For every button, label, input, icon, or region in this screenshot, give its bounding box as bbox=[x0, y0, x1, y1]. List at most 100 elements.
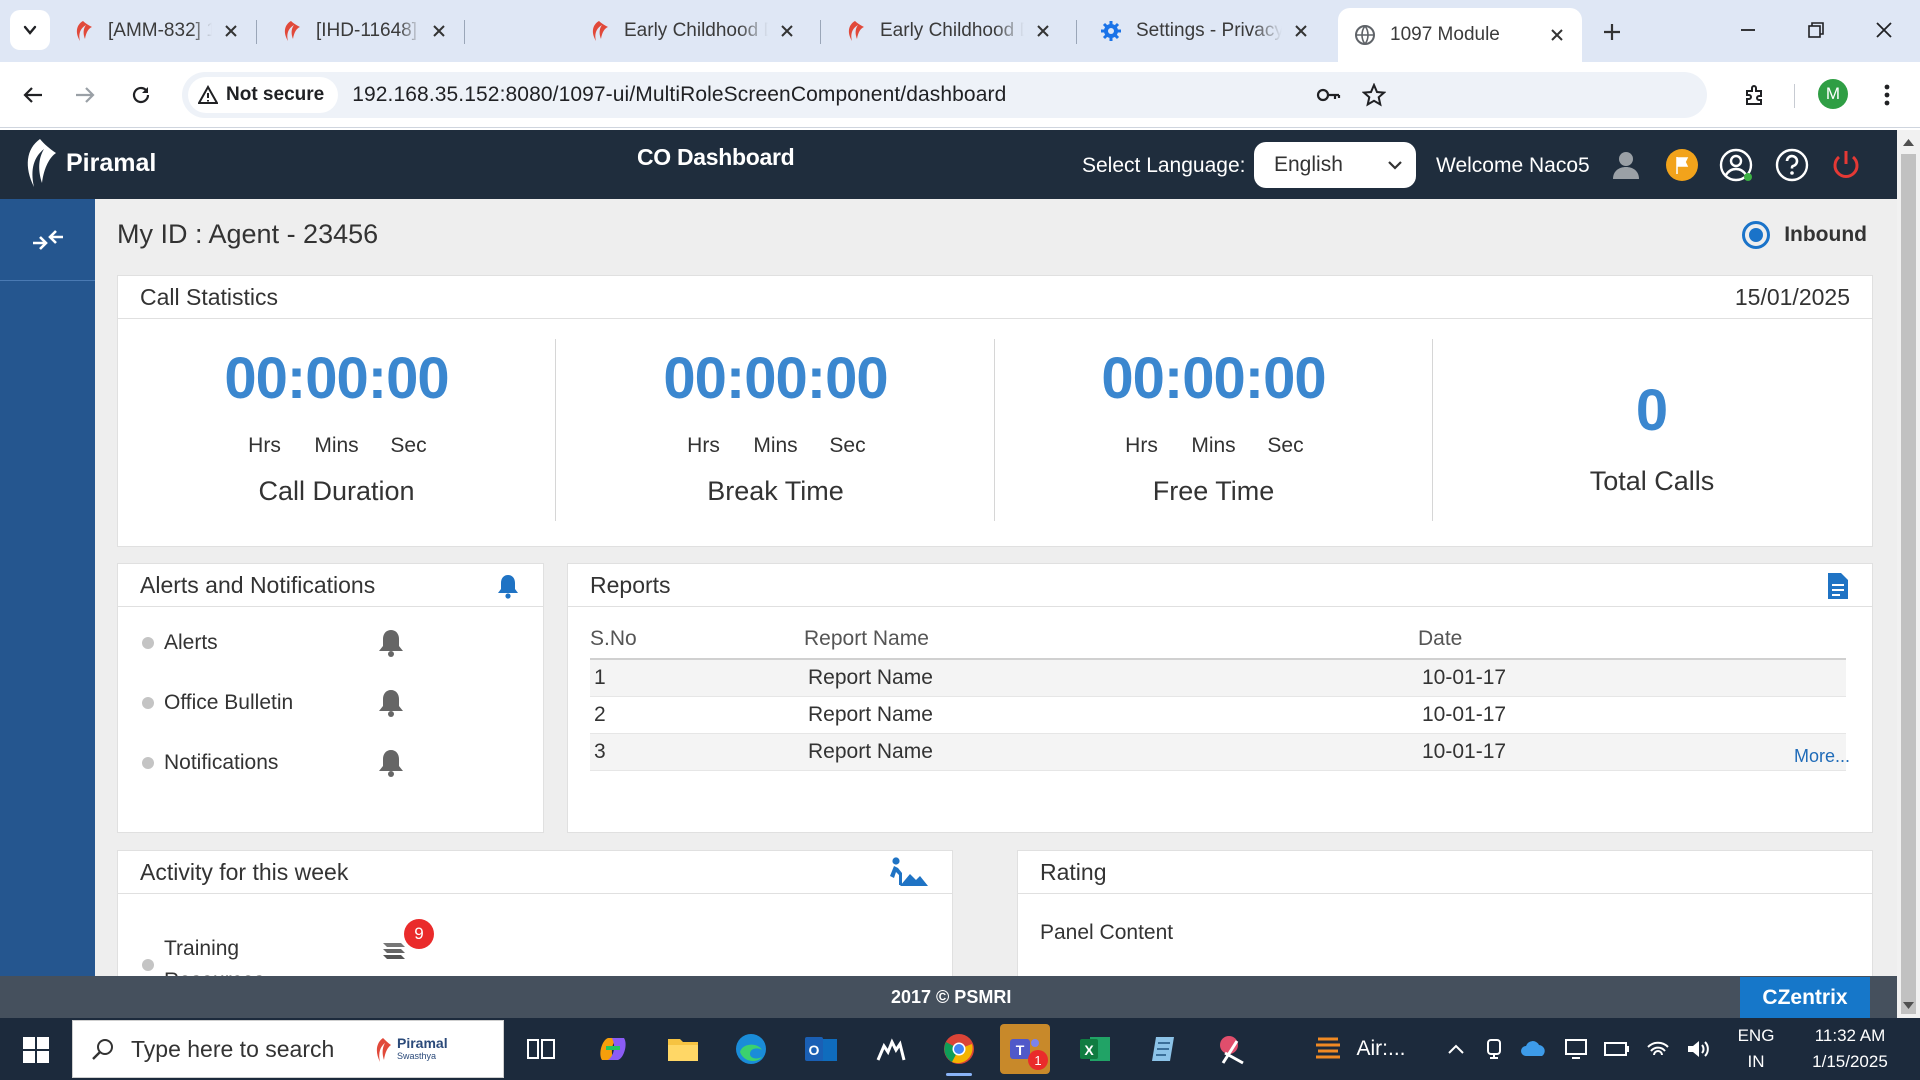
close-window-button[interactable] bbox=[1862, 10, 1906, 50]
clock[interactable]: 11:32 AM 1/15/2025 bbox=[1800, 1023, 1900, 1075]
bell-icon[interactable] bbox=[376, 687, 406, 724]
panel-title: Alerts and Notifications bbox=[140, 571, 376, 598]
logout-power-icon[interactable] bbox=[1828, 147, 1864, 183]
stat-units: Hrs Mins Sec bbox=[118, 434, 555, 458]
piramal-icon bbox=[842, 18, 868, 44]
air-quality-label: Air:... bbox=[1356, 1037, 1406, 1060]
flag-icon[interactable] bbox=[1664, 147, 1700, 183]
panel-header: Activity for this week bbox=[118, 851, 952, 894]
battery-icon bbox=[1604, 1042, 1629, 1056]
table-cell: 10-01-17 bbox=[1418, 659, 1846, 697]
stat-label: Break Time bbox=[707, 476, 844, 506]
table-row[interactable]: 2 Report Name 10-01-17 bbox=[590, 696, 1846, 734]
table-row[interactable]: 1 Report Name 10-01-17 bbox=[590, 659, 1846, 697]
more-reports-link[interactable]: More... bbox=[1794, 746, 1850, 767]
piramal-icon bbox=[278, 18, 304, 44]
app-header: Piramal CO Dashboard Select Language: En… bbox=[0, 130, 1897, 199]
stat-free-time: 00:00:00 Hrs Mins Sec Free Time bbox=[995, 339, 1433, 521]
logo-text: Piramal bbox=[66, 148, 157, 177]
windows-logo-icon bbox=[23, 1037, 49, 1063]
tab-separator bbox=[256, 20, 257, 44]
security-label: Not secure bbox=[226, 84, 325, 105]
security-indicator[interactable]: Not secure bbox=[188, 77, 339, 113]
edge-browser-icon[interactable] bbox=[726, 1024, 776, 1074]
browser-tab-active[interactable]: 1097 Module bbox=[1338, 8, 1582, 62]
bell-icon[interactable] bbox=[495, 573, 521, 605]
browser-tab[interactable]: Early Childhood De bbox=[828, 8, 1068, 54]
notepad-icon[interactable] bbox=[1140, 1024, 1190, 1074]
browser-tab[interactable]: Early Childhood De bbox=[572, 8, 812, 54]
people-dance-icon[interactable] bbox=[866, 1024, 916, 1074]
browser-tab[interactable]: Settings - Privacy a bbox=[1084, 8, 1326, 54]
panel-title: Reports bbox=[590, 571, 671, 598]
close-tab-icon[interactable] bbox=[1290, 20, 1312, 42]
browser-tab[interactable]: [IHD-11648] 104 B bbox=[264, 8, 464, 54]
agent-id: My ID : Agent - 23456 bbox=[117, 219, 379, 249]
alert-item[interactable]: Alerts bbox=[142, 627, 218, 659]
sidebar-toggle-button[interactable] bbox=[0, 199, 95, 281]
close-tab-icon[interactable] bbox=[428, 20, 450, 42]
radio-selected-icon[interactable] bbox=[1742, 221, 1771, 249]
task-view-icon[interactable] bbox=[516, 1024, 566, 1074]
minimize-button[interactable] bbox=[1726, 10, 1770, 50]
stat-value: 0 bbox=[1635, 378, 1669, 443]
clock-time: 11:32 AM bbox=[1814, 1026, 1886, 1045]
page-scrollbar[interactable] bbox=[1897, 130, 1920, 1018]
bullet bbox=[142, 637, 154, 649]
scrollbar-thumb[interactable] bbox=[1901, 154, 1916, 1014]
bookmark-star-icon[interactable] bbox=[1357, 78, 1391, 112]
address-bar[interactable]: Not secure 192.168.35.152:8080/1097-ui/M… bbox=[182, 72, 1707, 118]
bell-icon[interactable] bbox=[376, 747, 406, 784]
snipping-tool-icon[interactable] bbox=[1210, 1024, 1260, 1074]
alert-item[interactable]: Office Bulletin bbox=[142, 687, 293, 719]
czentrix-button[interactable]: CZentrix bbox=[1740, 977, 1870, 1018]
activity-item[interactable]: Training Resources bbox=[142, 933, 284, 976]
help-icon[interactable] bbox=[1774, 147, 1810, 183]
inbound-radio[interactable]: Inbound bbox=[1742, 221, 1867, 249]
browser-tab[interactable]: [AMM-832] 104 Bi bbox=[56, 8, 256, 54]
password-key-icon[interactable] bbox=[1311, 78, 1345, 112]
table-row[interactable]: 3 Report Name 10-01-17 bbox=[590, 733, 1846, 771]
plus-icon bbox=[1604, 24, 1620, 40]
close-tab-icon[interactable] bbox=[1032, 20, 1054, 42]
close-tab-icon[interactable] bbox=[1546, 24, 1568, 46]
close-icon bbox=[1876, 22, 1892, 38]
browser-menu-button[interactable] bbox=[1868, 76, 1906, 114]
excel-icon[interactable]: X bbox=[1070, 1024, 1120, 1074]
language-select[interactable]: English bbox=[1254, 142, 1416, 188]
alert-item[interactable]: Notifications bbox=[142, 747, 278, 779]
close-tab-icon[interactable] bbox=[776, 20, 798, 42]
document-icon[interactable] bbox=[1826, 571, 1850, 607]
reload-button[interactable] bbox=[122, 76, 160, 114]
file-explorer-icon[interactable] bbox=[658, 1024, 708, 1074]
chevron-down-icon bbox=[23, 25, 37, 35]
tab-search-button[interactable] bbox=[10, 10, 50, 50]
extensions-button[interactable] bbox=[1736, 76, 1774, 114]
unit-sec: Sec bbox=[829, 434, 866, 457]
bell-icon[interactable] bbox=[376, 627, 406, 664]
profile-avatar[interactable]: M bbox=[1818, 79, 1848, 109]
teams-icon[interactable]: T 1 bbox=[1000, 1024, 1050, 1074]
air-quality-widget[interactable]: Air:... bbox=[1300, 1024, 1420, 1074]
lang-top: ENG bbox=[1737, 1026, 1775, 1045]
taskbar-search-box[interactable]: Type here to search Piramal Swasthya bbox=[72, 1020, 504, 1078]
new-tab-button[interactable] bbox=[1592, 12, 1632, 52]
restore-button[interactable] bbox=[1794, 10, 1838, 50]
close-tab-icon[interactable] bbox=[220, 20, 242, 42]
piramal-logo[interactable]: Piramal bbox=[20, 134, 156, 192]
windows-start-button[interactable] bbox=[14, 1030, 58, 1070]
stat-label: Call Duration bbox=[258, 476, 415, 506]
back-button[interactable] bbox=[14, 76, 52, 114]
outlook-icon[interactable]: O bbox=[796, 1024, 846, 1074]
language-indicator[interactable]: ENG IN bbox=[1734, 1023, 1778, 1075]
url-text[interactable]: 192.168.35.152:8080/1097-ui/MultiRoleScr… bbox=[352, 83, 1006, 107]
hiking-activity-icon[interactable] bbox=[886, 856, 930, 896]
promo-subtitle: Swasthya bbox=[397, 1051, 437, 1061]
user-profile-icon[interactable] bbox=[1718, 147, 1754, 183]
table-cell: 2 bbox=[590, 696, 804, 734]
forward-button[interactable] bbox=[66, 76, 104, 114]
table-cell: 3 bbox=[590, 733, 804, 771]
agent-status-icon[interactable] bbox=[1608, 147, 1644, 183]
chrome-icon[interactable] bbox=[934, 1024, 984, 1076]
copilot-icon[interactable] bbox=[588, 1024, 638, 1074]
